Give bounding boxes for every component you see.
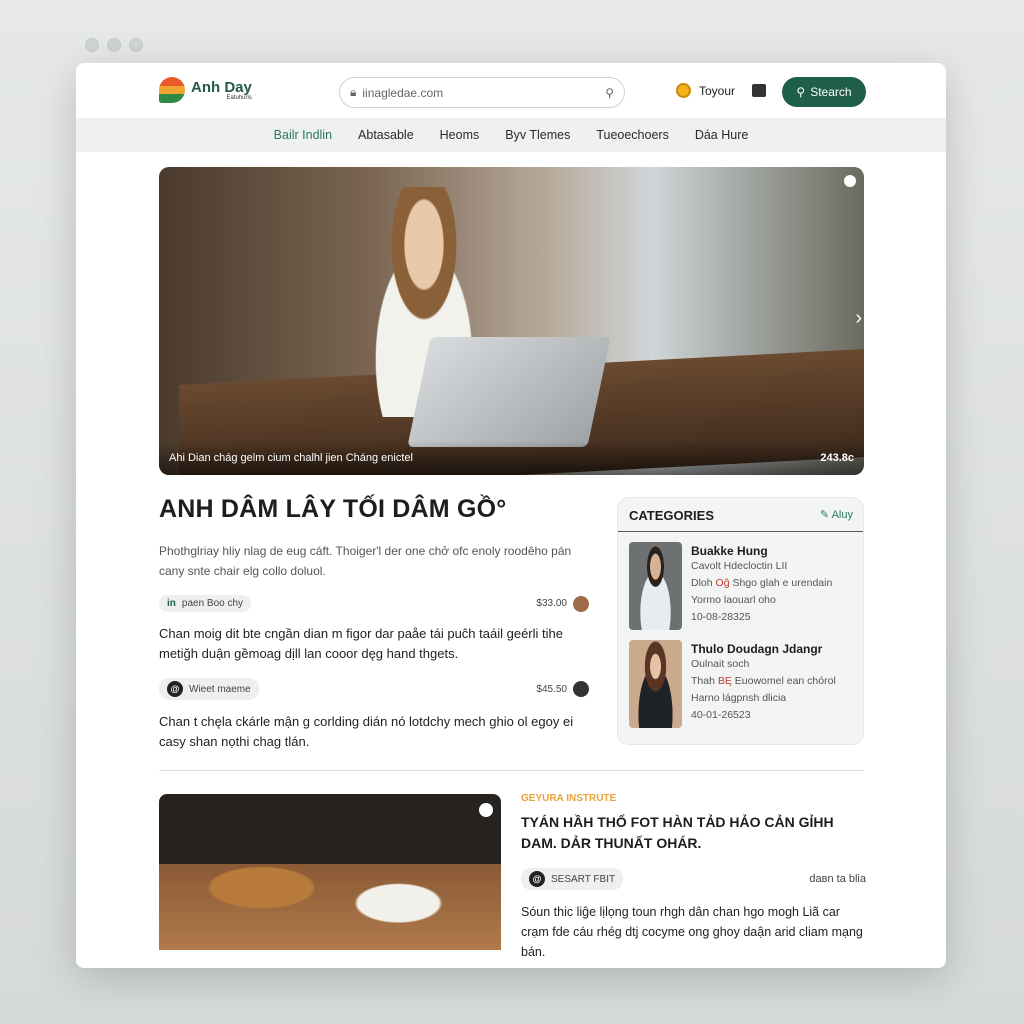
twitter-icon: @ (167, 681, 183, 697)
panel-title: CATEGORIES (629, 508, 714, 523)
linkedin-icon: in (167, 598, 176, 609)
main-nav: Bailr Indlin Abtasable Heoms Byv Tlemes … (76, 118, 946, 152)
tag-chip[interactable]: @ SESART FBIT (521, 868, 624, 890)
chevron-right-icon[interactable]: › (855, 307, 862, 330)
profile-line: Yormo laouarl oho (691, 594, 776, 606)
article-item-body: Chan moig dit bte cngần dian m figor dar… (159, 626, 563, 661)
search-button[interactable]: ⚲ Stearch (782, 77, 866, 107)
tag-chip[interactable]: in paen Boo chy (159, 595, 252, 612)
search-button-label: Stearch (810, 85, 852, 99)
divider (159, 770, 864, 771)
article-title: ANH DÂM LÂY TỐI DÂM GỒ° (159, 495, 507, 523)
tour-link[interactable]: Toyour (676, 83, 735, 98)
site-header: Anh Day Eatuhuris 🔒︎ iinagledae.com ⚲ Toyou… (76, 63, 946, 118)
profile-photo (629, 640, 682, 728)
article-item-body: Chan t chęla ckárle mận g corlding dián … (159, 714, 574, 749)
tour-label: Toyour (699, 83, 736, 98)
feature-meta: @ SESART FBIT dавn ta blia (521, 868, 866, 890)
feature-meta-right: dавn ta blia (809, 873, 866, 885)
price-value: $33.00 (536, 598, 567, 609)
price: $45.50 (536, 681, 589, 697)
profile-line: Dloh Oğ Shgo glah e urendain (691, 575, 832, 592)
text: Euowomel ean chórol (734, 675, 836, 687)
laptop-image-part (407, 337, 611, 447)
highlight: Oğ (715, 577, 730, 589)
logo-title: Anh Day (191, 78, 252, 96)
hero-badge-icon (844, 175, 856, 187)
nav-item[interactable]: Byv Tlemes (505, 128, 570, 142)
tag-chip[interactable]: @ Wieet maeme (159, 678, 259, 700)
feature-kicker[interactable]: GEYURA INSTRUTE (521, 793, 866, 804)
avatar (573, 595, 589, 612)
feature-body: Sóun thic liĝe lịlọng toun rhgh dân chan… (521, 905, 863, 959)
text: Shgo glah e urendain (732, 577, 833, 589)
profile-photo (629, 542, 682, 630)
nav-item[interactable]: Bailr Indlin (274, 128, 332, 142)
address-bar[interactable]: 🔒︎ iinagledae.com ⚲ (339, 77, 625, 108)
profile-subtitle: Cavolt Hdecloctin LII (691, 560, 788, 572)
feature-title[interactable]: TYÁN HẦH THỔ FOT HÀN TẢD HẢO CẢN GỈHH DA… (521, 812, 866, 854)
window-control-back[interactable] (85, 38, 99, 52)
nav-item[interactable]: Heoms (440, 128, 480, 142)
feature-badge-icon (479, 803, 493, 817)
logo-mark-icon (159, 77, 185, 103)
profile-card[interactable]: Thulo Doudagn Jdangr Oulnait soch Thah BĘ … (618, 630, 863, 728)
window-control-reload[interactable] (129, 38, 143, 52)
coin-icon (676, 83, 691, 98)
author-icon: @ (529, 871, 545, 887)
article-item-meta: in paen Boo chy $33.00 (159, 595, 589, 612)
text: Dloh (691, 577, 713, 589)
categories-panel: CATEGORIES ✎ Aluy Buakke Hung Cavolt Hdecl… (617, 497, 864, 745)
profile-date: 40-01-26523 (691, 709, 751, 721)
article-item-meta: @ Wieet maeme $45.50 (159, 678, 589, 700)
highlight: BĘ (717, 675, 732, 687)
profile-card[interactable]: Buakke Hung Cavolt Hdecloctin LII Dloh Oğ … (618, 532, 863, 630)
panel-action-label: Aluy (831, 509, 853, 521)
bag-icon[interactable] (752, 84, 766, 97)
logo[interactable]: Anh Day Eatuhuris (159, 77, 252, 103)
text: Thah (691, 675, 715, 687)
hero-image[interactable]: › Ahi Dian chág gelm cium chalhl jien Ch… (159, 167, 864, 475)
article: ANH DÂM LÂY TỐI DÂM GỒ° Phothglriay hliy… (159, 495, 589, 752)
feature-article: GEYURA INSTRUTE TYÁN HẦH THỔ FOT HÀN TẢD… (521, 793, 866, 962)
browser-window: Anh Day Eatuhuris 🔒︎ iinagledae.com ⚲ Toyou… (76, 63, 946, 968)
hero-caption-text: Ahi Dian chág gelm cium chalhl jien Chán… (169, 452, 413, 464)
window-controls (85, 38, 143, 52)
profile-line: Thah BĘ Euowomel ean chórol (691, 673, 836, 690)
pencil-icon: ✎ (819, 509, 832, 521)
price: $33.00 (536, 595, 589, 612)
hero-counter: 243.8c (820, 452, 854, 464)
lock-icon: 🔒︎ (350, 85, 357, 99)
nav-item[interactable]: Tueoechoers (596, 128, 669, 142)
profile-subtitle: Oulnait soch (691, 658, 750, 670)
window-control-forward[interactable] (107, 38, 121, 52)
url-text: iinagledae.com (362, 85, 444, 100)
search-icon[interactable]: ⚲ (605, 86, 614, 100)
price-value: $45.50 (536, 683, 567, 695)
article-lead: Phothglriay hliy nlag de eug cáft. Thoig… (159, 544, 572, 578)
chip-label: Wieet maeme (189, 683, 251, 695)
hero-caption: Ahi Dian chág gelm cium chalhl jien Chán… (159, 441, 864, 475)
nav-item[interactable]: Abtasable (358, 128, 414, 142)
chip-label: SESART FBIT (551, 873, 616, 885)
profile-line: Harno lágpnsh dlicia (691, 692, 787, 704)
search-icon: ⚲ (796, 85, 806, 99)
panel-action-link[interactable]: ✎ Aluy (820, 508, 853, 523)
avatar (573, 681, 589, 697)
nav-item[interactable]: Dáa Hure (695, 128, 749, 142)
profile-name: Thulo Doudagn Jdangr (691, 642, 823, 656)
feature-image[interactable] (159, 794, 501, 950)
profile-date: 10-08-28325 (691, 611, 751, 623)
chip-label: paen Boo chy (181, 598, 244, 609)
profile-name: Buakke Hung (691, 544, 768, 558)
